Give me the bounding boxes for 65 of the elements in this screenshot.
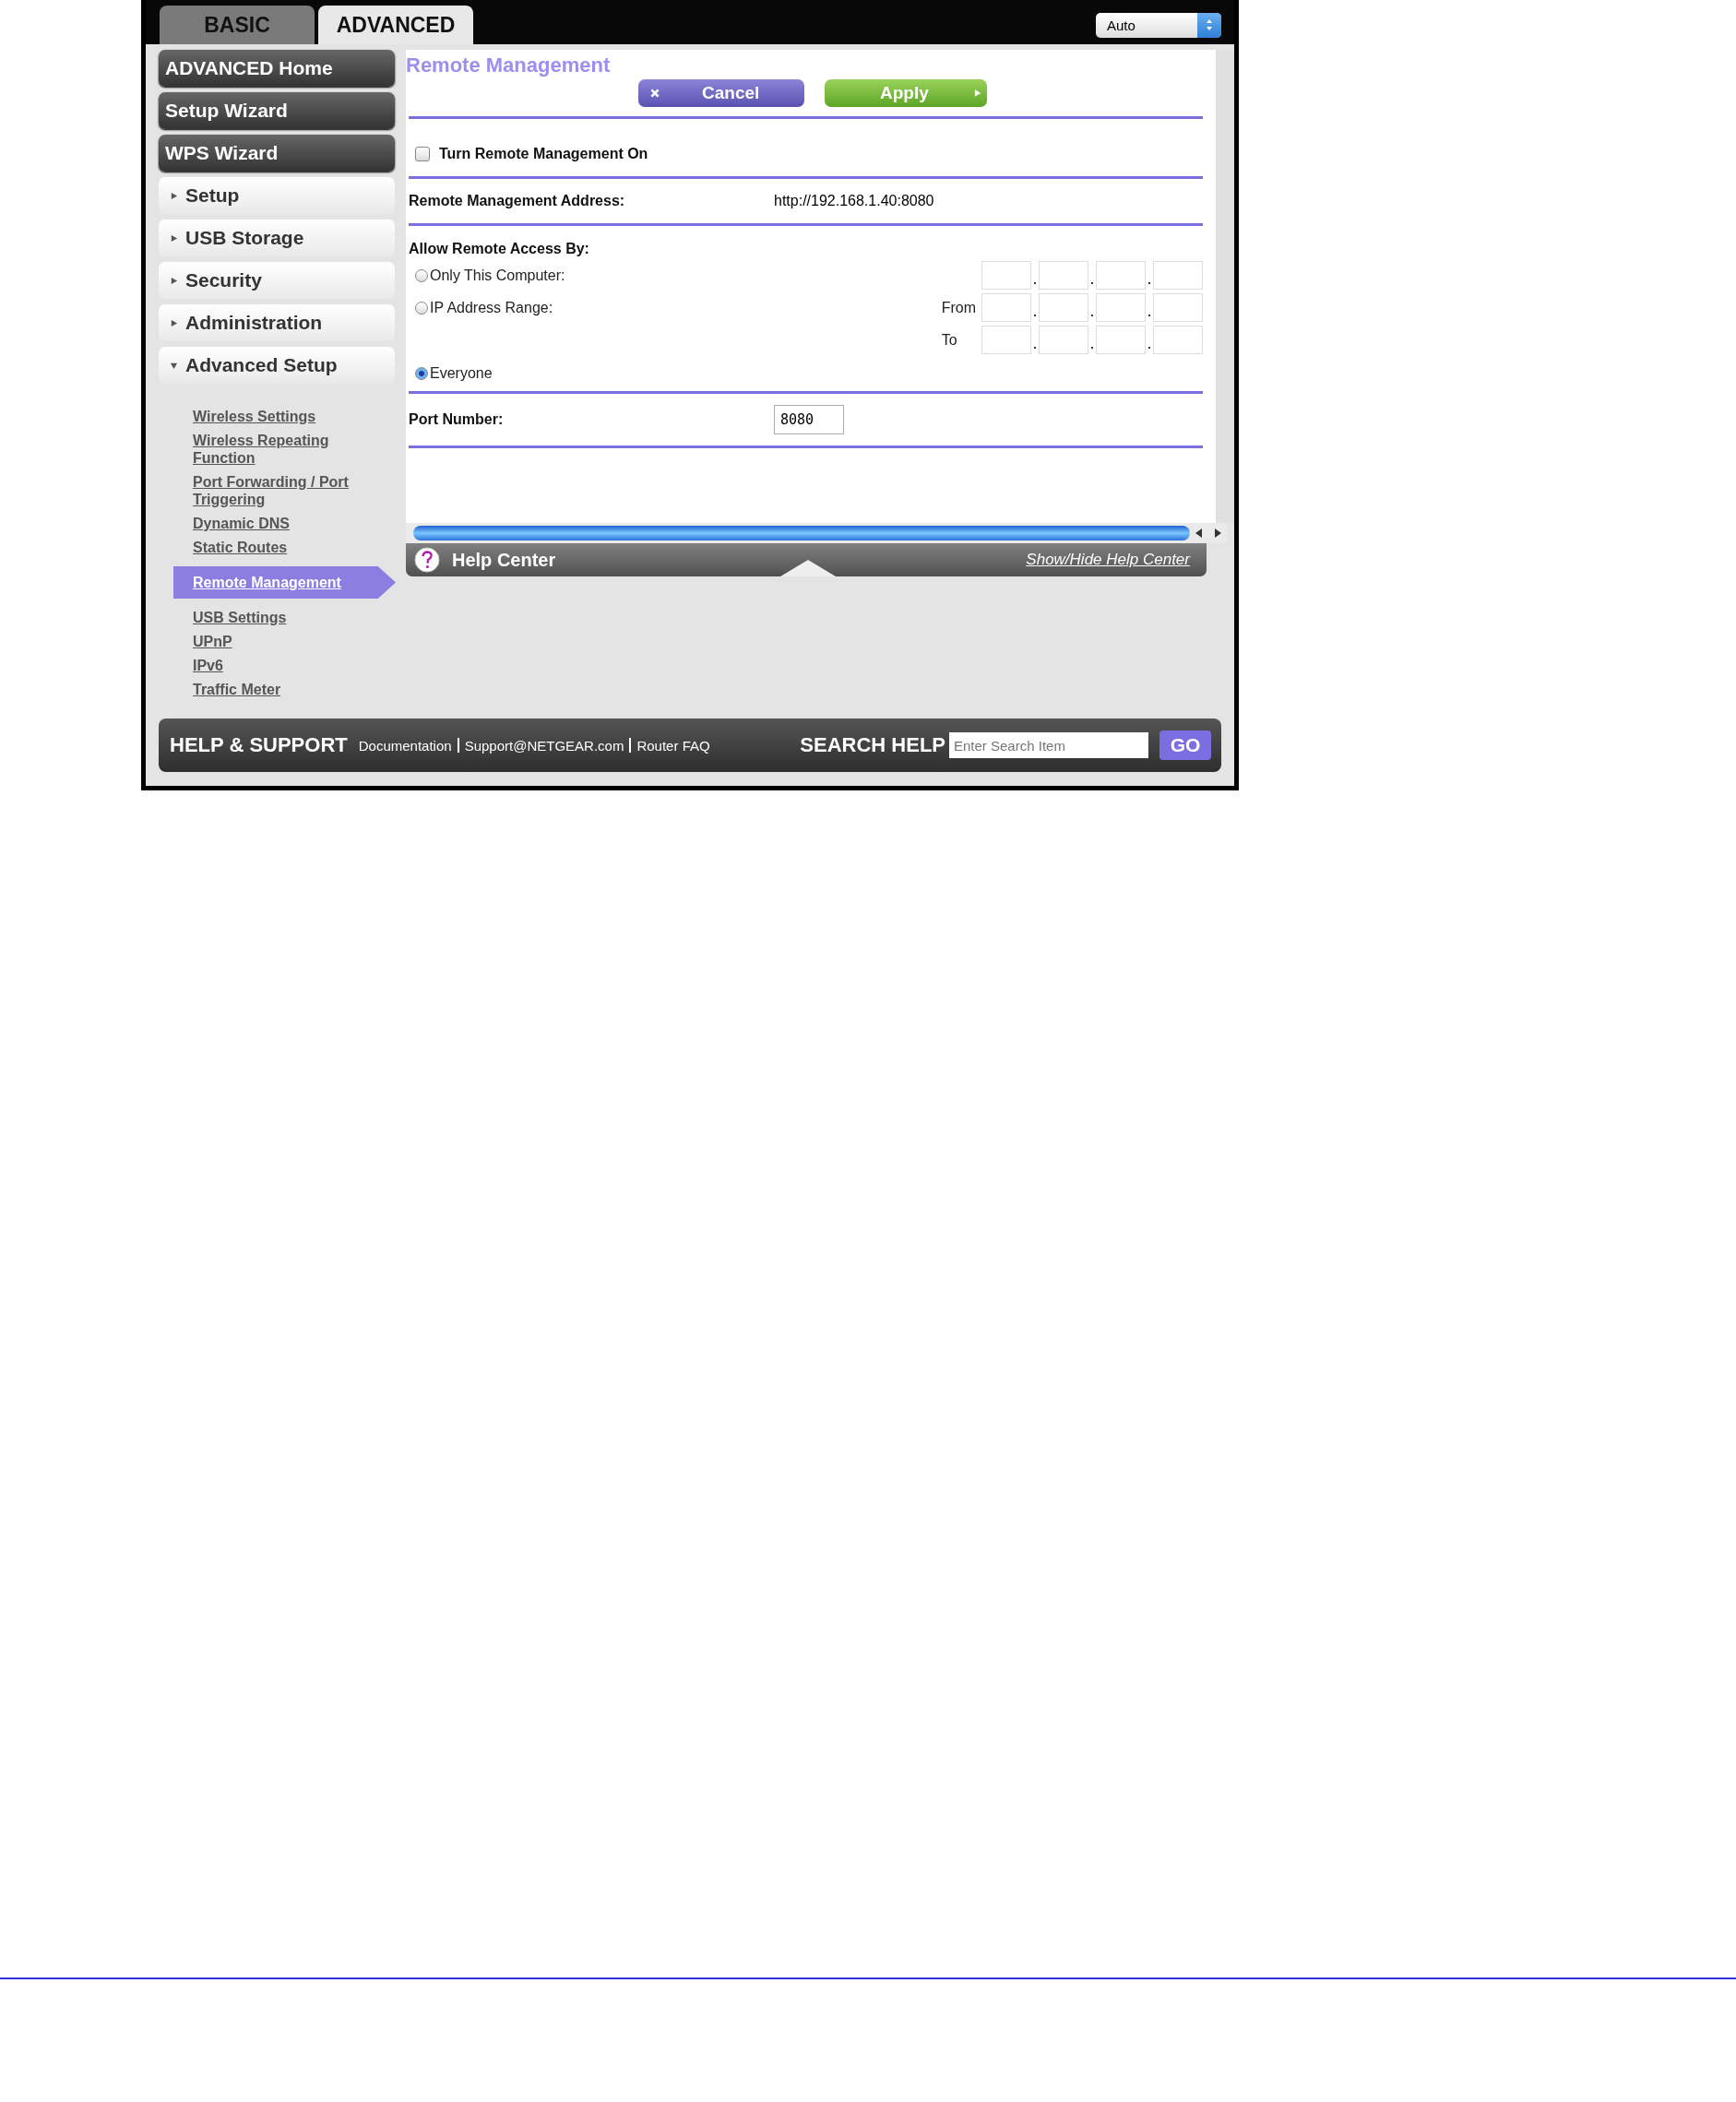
search-label: SEARCH HELP (800, 733, 945, 757)
submenu-link[interactable]: Port Forwarding / Port Triggering (193, 473, 377, 508)
help-center-title: Help Center (452, 549, 557, 571)
page-title: Remote Management (406, 53, 612, 77)
tab[interactable]: BASIC (160, 6, 315, 44)
footer-title: HELP & SUPPORT (170, 733, 348, 757)
menu-section[interactable]: Setup (159, 177, 395, 214)
help-icon (413, 546, 441, 574)
ip-octet-field[interactable] (981, 293, 1031, 322)
radio-button[interactable] (415, 268, 428, 282)
submenu-link[interactable]: USB Settings (193, 609, 287, 626)
submenu-link[interactable]: UPnP (193, 633, 232, 650)
submenu-link[interactable]: Wireless Settings (193, 408, 316, 425)
menu-section[interactable]: Advanced Setup (159, 347, 395, 384)
menu-button[interactable]: WPS Wizard (159, 135, 395, 172)
ip-octet-field[interactable] (1096, 293, 1146, 322)
ip-octet-field[interactable] (981, 261, 1031, 290)
footer-link[interactable]: Support@NETGEAR.com (464, 737, 624, 754)
menu-section[interactable]: Security (159, 262, 395, 299)
radio-button[interactable] (415, 367, 428, 380)
footer-link[interactable]: Router FAQ (636, 737, 710, 754)
checkbox[interactable] (415, 147, 430, 161)
play-arrow-icon (972, 88, 981, 99)
ip-octet-field[interactable] (1096, 326, 1146, 354)
ip-octet-field[interactable] (1039, 261, 1088, 290)
submenu-link[interactable]: Remote Management (193, 574, 341, 591)
go-button[interactable]: GO (1159, 730, 1211, 760)
port-field[interactable]: 8080 (774, 405, 844, 434)
range-label: From (941, 299, 976, 316)
radio-label: IP Address Range: (430, 299, 553, 316)
radio-button[interactable] (415, 301, 428, 315)
triangle-up-icon[interactable] (780, 558, 836, 576)
submenu-link[interactable]: Traffic Meter (193, 681, 281, 698)
radio-label: Everyone (430, 365, 493, 382)
address-value: http://192.168.1.40:8080 (774, 193, 934, 209)
ip-octet-field[interactable] (1153, 293, 1203, 322)
ip-octet-field[interactable] (1039, 326, 1088, 354)
menu-section[interactable]: USB Storage (159, 220, 395, 256)
menu-button[interactable]: Setup Wizard (159, 92, 395, 129)
ip-octet-field[interactable] (1153, 326, 1203, 354)
ip-octet-field[interactable] (981, 326, 1031, 354)
field-label: Remote Management Address: (409, 193, 626, 209)
ip-octet-field[interactable] (1153, 261, 1203, 290)
submenu-link[interactable]: Wireless Repeating Function (193, 432, 377, 467)
ip-octet-field[interactable] (1039, 293, 1088, 322)
menu-section[interactable]: Administration (159, 304, 395, 341)
tab[interactable]: ADVANCED (318, 6, 473, 44)
checkbox-label: Turn Remote Management On (439, 146, 648, 162)
section-label: Allow Remote Access By: (408, 240, 590, 257)
cancel-button[interactable]: Cancel (638, 79, 804, 107)
range-label: To (941, 331, 958, 349)
submenu-link[interactable]: Dynamic DNS (193, 515, 290, 532)
menu-button[interactable]: ADVANCED Home (159, 50, 395, 87)
horizontal-scrollbar[interactable] (406, 523, 1227, 543)
field-label: Port Number: (409, 411, 505, 428)
radio-label: Only This Computer: (430, 267, 565, 284)
submenu-link[interactable]: IPv6 (193, 657, 223, 674)
ip-octet-field[interactable] (1096, 261, 1146, 290)
footer-link[interactable]: Documentation (358, 737, 452, 754)
submenu-link[interactable]: Static Routes (193, 539, 288, 556)
up-down-arrows-icon (1205, 18, 1214, 32)
language-select[interactable]: Auto (1096, 12, 1221, 38)
show-hide-link[interactable]: Show/Hide Help Center (1026, 551, 1190, 569)
close-icon (649, 88, 660, 99)
search-field[interactable]: Enter Search Item (949, 732, 1148, 758)
